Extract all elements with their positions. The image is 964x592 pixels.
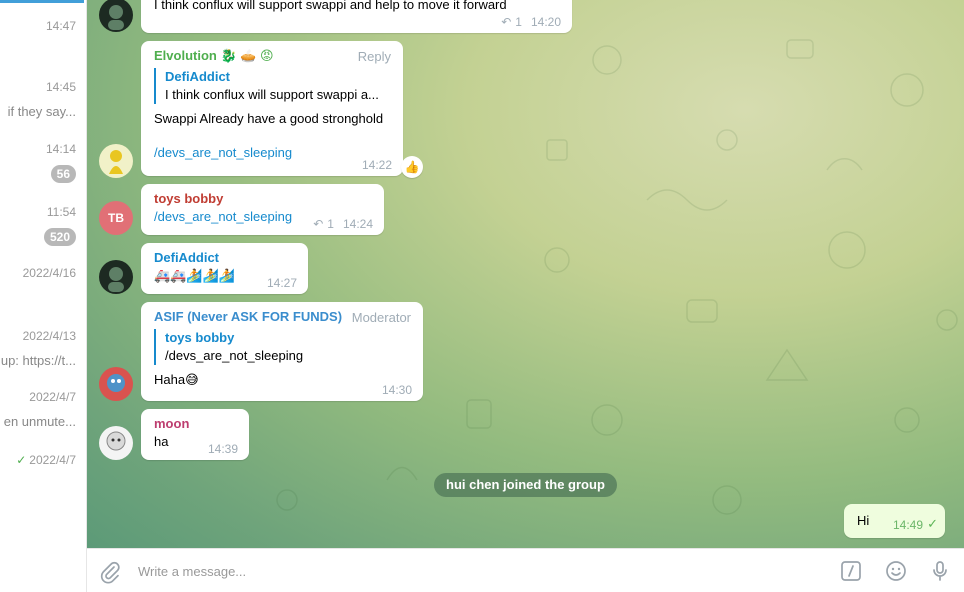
chat-list-item[interactable]: 11:54 520 — [0, 180, 86, 246]
emoji-icon[interactable] — [884, 559, 908, 583]
quote-text: /devs_are_not_sleeping — [165, 348, 304, 363]
chat-list-item[interactable]: 2022/4/13 up: https://t... — [0, 300, 86, 368]
sender-name[interactable]: toys bobby — [154, 190, 372, 208]
moon-avatar[interactable] — [99, 426, 133, 460]
sender-name[interactable]: moon — [154, 415, 237, 433]
message-meta: ↶ 1 14:24 — [313, 217, 373, 231]
outgoing-message-bubble[interactable]: Hi 14:49 ✓ — [844, 504, 945, 538]
chat-list-item[interactable]: 2022/4/7 en unmute... — [0, 360, 86, 429]
chat-list-item[interactable]: 14:14 56 — [0, 120, 86, 183]
message-bubble[interactable]: ASIF (Never ASK FOR FUNDS) Moderator toy… — [141, 302, 423, 401]
chat-list-item[interactable]: 14:47 — [0, 0, 86, 60]
read-check-icon: ✓ — [16, 453, 27, 467]
message-meta: ↶ 1 14:20 — [501, 15, 561, 29]
sender-name[interactable]: Elvolution 🐉 🥧 😡 — [154, 47, 391, 65]
defiaddict-avatar[interactable] — [99, 260, 133, 294]
chat-list-item[interactable]: ✓ 2022/4/7 — [0, 420, 86, 480]
message-composer — [87, 548, 964, 592]
reply-button[interactable]: Reply — [358, 49, 391, 64]
message-text: Hi — [857, 513, 870, 528]
quote-author: toys bobby — [165, 330, 235, 345]
moderator-badge: Moderator — [351, 310, 411, 325]
chat-time: 11:54 — [46, 205, 76, 219]
message-time: 14:27 — [266, 276, 297, 290]
chat-time: ✓ 2022/4/7 — [16, 453, 76, 467]
join-service-message: hui chen joined the group — [434, 473, 617, 497]
message-time: 14:39 — [207, 442, 238, 456]
chat-time: 2022/4/16 — [22, 266, 76, 280]
command-link[interactable]: /devs_are_not_sleeping — [154, 144, 391, 162]
reply-quote[interactable]: DefiAddict I think conflux will support … — [154, 68, 391, 104]
message-bubble[interactable]: toys bobby /devs_are_not_sleeping ↶ 1 14:2… — [141, 184, 384, 235]
thumbs-up-reaction[interactable]: 👍 — [401, 156, 423, 178]
chat-list-sidebar: 14:47 14:45 if they say... 14:14 56 11:5… — [0, 0, 87, 592]
message-time: 14:49 — [892, 518, 923, 532]
elvolution-avatar[interactable] — [99, 144, 133, 178]
sent-check-icon: ✓ — [927, 516, 938, 531]
chat-history[interactable]: I think conflux will support swappi and … — [87, 0, 964, 548]
chat-time: 14:45 — [45, 80, 76, 94]
message-bubble[interactable]: DefiAddict 🚑🚑🏄🏄🏄 14:27 — [141, 243, 308, 294]
message-time: 14:22 — [361, 158, 392, 172]
reply-quote[interactable]: toys bobby /devs_are_not_sleeping — [154, 329, 411, 365]
chat-time: 2022/4/7 — [29, 390, 76, 404]
chat-time: 2022/4/13 — [22, 329, 76, 343]
chat-time: 14:14 — [45, 142, 76, 156]
bot-commands-icon[interactable] — [839, 559, 863, 583]
message-text: I think conflux will support swappi and … — [154, 0, 507, 12]
quote-author: DefiAddict — [165, 69, 230, 84]
tb-avatar[interactable]: TB — [99, 201, 133, 235]
sender-name[interactable]: DefiAddict — [154, 249, 296, 267]
chat-list-item[interactable]: 2022/4/16 — [0, 240, 86, 300]
microphone-icon[interactable] — [928, 559, 952, 583]
quote-text: I think conflux will support swappi a... — [165, 87, 379, 102]
message-bubble[interactable]: moon ha 14:39 — [141, 409, 249, 460]
message-text: Swappi Already have a good stronghold — [154, 111, 384, 126]
chat-list-item[interactable]: 14:45 if they say... — [0, 60, 86, 120]
message-input[interactable] — [138, 560, 788, 582]
message-text: Haha😅 — [154, 372, 199, 387]
attach-icon[interactable] — [98, 560, 122, 584]
message-time: 14:30 — [381, 383, 412, 397]
message-bubble[interactable]: Elvolution 🐉 🥧 😡 Reply DefiAddict I thin… — [141, 41, 403, 176]
chat-preview: if they say... — [7, 104, 76, 119]
asif-avatar[interactable] — [99, 367, 133, 401]
chat-time: 14:47 — [45, 19, 76, 33]
message-bubble[interactable]: I think conflux will support swappi and … — [141, 0, 572, 33]
